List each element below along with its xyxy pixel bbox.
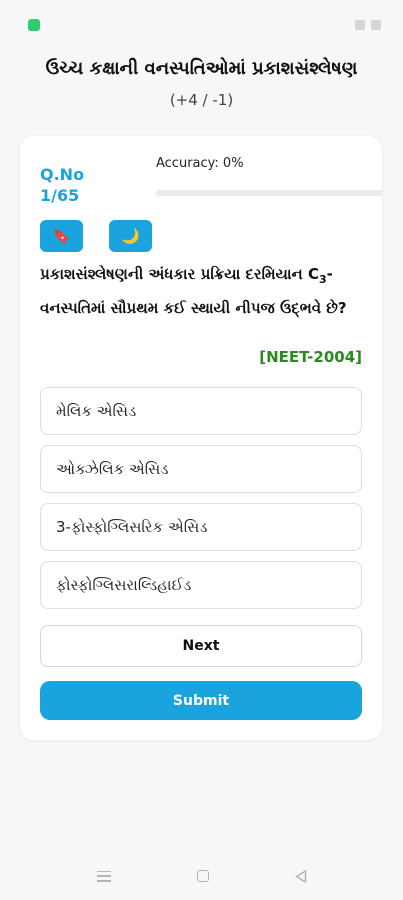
marking-scheme: (+4 / -1): [169, 91, 234, 109]
question-text-prefix: પ્રકાશસંશ્લેષણની અંધકાર પ્રક્રિયા દરમિયા…: [40, 265, 319, 283]
question-number: Q.No 1/65: [40, 164, 84, 206]
recent-apps-icon[interactable]: [96, 870, 111, 882]
accuracy-progress-bar: [156, 190, 382, 196]
option-4-label: ફોસ્ફોગ્લિસરાલ્ડિહાઈડ: [56, 576, 192, 594]
option-3[interactable]: 3-ફોસ્ફોગ્લિસરિક એસિડ: [40, 503, 362, 551]
question-card: Q.No 1/65 Accuracy: 0% 🔖 🌙 પ્રકાશસંશ્લેષ…: [20, 136, 382, 740]
options-list: મેલિક એસિડ ઓક્ઝેલિક એસિડ 3-ફોસ્ફોગ્લિસરિ…: [40, 387, 362, 619]
question-number-value: 1/65: [40, 186, 80, 205]
option-4[interactable]: ફોસ્ફોગ્લિસરાલ્ડિહાઈડ: [40, 561, 362, 609]
app-notification-icon: [28, 19, 40, 31]
bookmark-button[interactable]: 🔖: [40, 220, 83, 252]
header: ઉચ્ચ કક્ષાની વનસ્પતિઓમાં પ્રકાશસંશ્લેષણ …: [0, 54, 403, 109]
page-title: ઉચ્ચ કક્ષાની વનસ્પતિઓમાં પ્રકાશસંશ્લેષણ: [45, 58, 358, 79]
question-number-label: Q.No: [40, 165, 85, 184]
status-bar: [0, 0, 403, 50]
theme-toggle-button[interactable]: 🌙: [109, 220, 152, 252]
quiz-screen: ઉચ્ચ કક્ષાની વનસ્પતિઓમાં પ્રકાશસંશ્લેષણ …: [0, 0, 403, 900]
exam-source-tag: [NEET-2004]: [259, 348, 362, 366]
status-left: [28, 19, 40, 31]
option-3-label: 3-ફોસ્ફોગ્લિસરિક એસિડ: [56, 518, 208, 536]
battery-icon: [371, 20, 381, 30]
option-1-label: મેલિક એસિડ: [56, 402, 137, 420]
option-2-label: ઓક્ઝેલિક એસિડ: [56, 460, 169, 478]
option-1[interactable]: મેલિક એસિડ: [40, 387, 362, 435]
home-icon[interactable]: [196, 870, 209, 882]
status-right: [355, 20, 381, 30]
bookmark-icon: 🔖: [52, 227, 71, 245]
submit-button[interactable]: Submit: [40, 681, 362, 720]
system-navigation-bar: [0, 852, 403, 900]
question-text: પ્રકાશસંશ્લેષણની અંધકાર પ્રક્રિયા દરમિયા…: [40, 260, 368, 323]
accuracy-label: Accuracy: 0%: [156, 156, 244, 171]
moon-icon: 🌙: [121, 227, 140, 245]
signal-icon: [355, 20, 365, 30]
question-text-subscript: 3: [318, 273, 327, 286]
next-button[interactable]: Next: [40, 625, 362, 667]
option-2[interactable]: ઓક્ઝેલિક એસિડ: [40, 445, 362, 493]
back-icon[interactable]: [295, 869, 307, 883]
